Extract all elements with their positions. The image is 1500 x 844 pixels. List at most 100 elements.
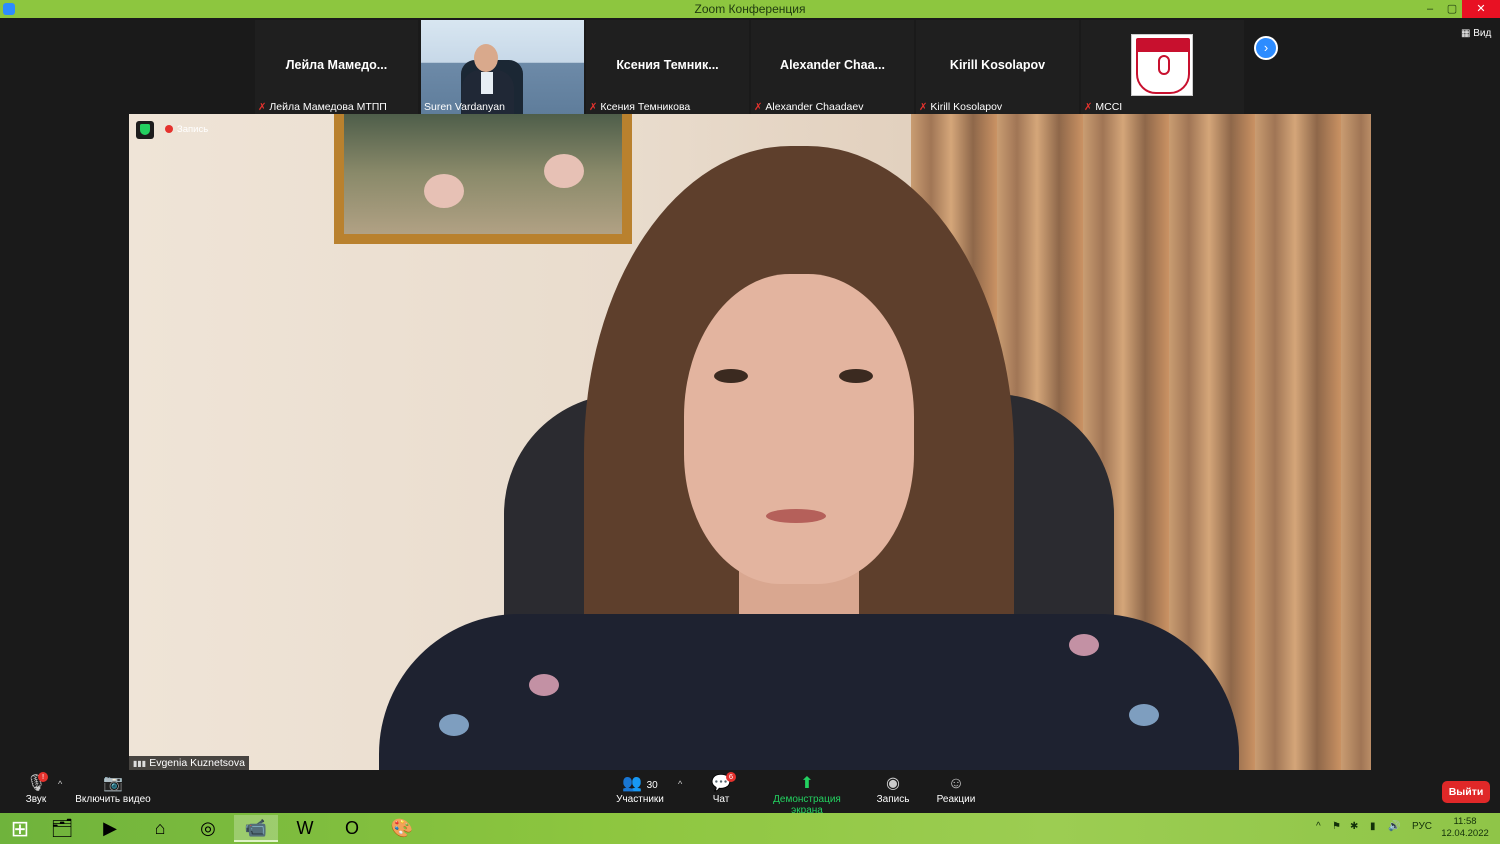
recording-dot-icon: [165, 125, 173, 133]
share-screen-button[interactable]: ⬆ Демонстрация экрана: [756, 774, 858, 816]
participant-tile[interactable]: Ксения Темник... ✗ Ксения Темникова: [586, 20, 749, 114]
mic-muted-icon: ✗: [1084, 102, 1093, 113]
view-label: Вид: [1473, 28, 1492, 39]
participant-tile[interactable]: Alexander Chaa... ✗ Alexander Chaadaev: [751, 20, 914, 114]
window-title: Zoom Конференция: [694, 2, 806, 16]
audio-options-caret-icon[interactable]: ^: [58, 779, 62, 789]
blouse-flower: [529, 674, 559, 696]
logo-emblem: [1158, 55, 1170, 75]
participant-name: Suren Vardanyan: [424, 101, 505, 113]
participant-caption: ✗ Alexander Chaadaev: [754, 101, 863, 113]
clock-time: 11:58: [1453, 816, 1477, 827]
participant-name: Лейла Мамедова МТПП: [269, 101, 387, 113]
painting-rose: [424, 174, 464, 208]
speaker-name: Evgenia Kuznetsova: [149, 757, 245, 769]
antivirus-icon[interactable]: ✱: [1350, 821, 1358, 832]
outlook-icon[interactable]: O: [330, 815, 374, 842]
chat-label: Чат: [712, 794, 730, 805]
network-icon[interactable]: ▮: [1370, 821, 1376, 832]
recording-indicator: Запись: [165, 124, 208, 135]
clock-date: 12.04.2022: [1441, 828, 1489, 839]
view-button[interactable]: ▦ Вид: [1461, 28, 1491, 39]
media-player-icon[interactable]: ▶: [88, 815, 132, 842]
home-icon[interactable]: ⌂: [138, 815, 182, 842]
file-explorer-icon[interactable]: 🗂: [40, 815, 84, 842]
recording-label: Запись: [177, 124, 209, 135]
participants-count: 30: [646, 780, 658, 791]
reactions-icon: ☺: [947, 775, 965, 792]
participant-tile[interactable]: Kirill Kosolapov ✗ Kirill Kosolapov: [916, 20, 1079, 114]
leave-meeting-button[interactable]: Выйти: [1442, 781, 1490, 803]
participant-caption: ✗ Ксения Темникова: [589, 101, 690, 113]
participant-caption: Suren Vardanyan: [424, 101, 505, 113]
video-person-head: [474, 44, 498, 72]
participant-name: Alexander Chaadaev: [765, 101, 864, 113]
mic-muted-icon: ✗: [589, 102, 598, 113]
maximize-button[interactable]: ▢: [1440, 0, 1464, 18]
participant-display-name: Лейла Мамедо...: [285, 58, 388, 72]
video-label: Включить видео: [75, 794, 151, 805]
close-button[interactable]: ✕: [1462, 0, 1500, 18]
mic-muted-icon: ✗: [258, 102, 267, 113]
active-speaker-video: [129, 114, 1371, 770]
participants-icon: 👥 30: [622, 775, 658, 792]
video-off-icon: 📷: [103, 775, 123, 792]
signal-bars-icon: ▮▮▮: [133, 759, 147, 768]
participant-name: MCCI: [1095, 101, 1123, 113]
participant-caption: ✗ Лейла Мамедова МТПП: [258, 101, 387, 113]
word-icon[interactable]: W: [283, 815, 327, 842]
participant-display-name: Ксения Темник...: [616, 58, 719, 72]
system-clock[interactable]: 11:58 12.04.2022: [1436, 816, 1494, 840]
volume-icon[interactable]: 🔊: [1388, 821, 1400, 832]
reactions-label: Реакции: [936, 794, 976, 805]
window-titlebar: Zoom Конференция – ▢ ✕: [0, 0, 1500, 18]
video-person-face: [684, 274, 914, 584]
logo-shield: [1136, 38, 1190, 94]
chat-unread-badge: 6: [726, 772, 736, 782]
windows-taskbar: ⊞ 🗂 ▶ ⌂ ◎ 📹 W O 🎨 ^ ⚑ ✱ ▮ 🔊 РУС 11:58 12…: [0, 813, 1500, 844]
participant-tile[interactable]: Лейла Мамедо... ✗ Лейла Мамедова МТПП: [255, 20, 418, 114]
audio-label: Звук: [25, 794, 47, 805]
blouse-flower: [1129, 704, 1159, 726]
painting-rose: [544, 154, 584, 188]
record-button[interactable]: ◉ Запись: [874, 774, 912, 805]
paint-icon[interactable]: 🎨: [380, 815, 424, 842]
reactions-button[interactable]: ☺ Реакции: [934, 774, 978, 805]
meeting-toolbar: 🎙 Звук ! ^ 📷 Включить видео 👥 30 Участни…: [0, 770, 1500, 816]
speaker-name-label: ▮▮▮ Evgenia Kuznetsova: [129, 756, 249, 770]
video-person-mouth: [766, 509, 826, 523]
participant-tile[interactable]: ✗ MCCI: [1081, 20, 1244, 114]
blouse-flower: [1069, 634, 1099, 656]
chrome-icon[interactable]: ◎: [186, 815, 230, 842]
grid-icon: ▦: [1461, 28, 1474, 39]
participant-name: Kirill Kosolapov: [930, 101, 1003, 113]
video-painting: [334, 114, 632, 244]
blouse-flower: [439, 714, 469, 736]
mic-muted-icon: ✗: [919, 102, 928, 113]
participant-tile-video[interactable]: Suren Vardanyan: [421, 20, 584, 114]
video-person-eye: [714, 369, 748, 383]
language-indicator[interactable]: РУС: [1412, 821, 1432, 832]
share-screen-icon: ⬆: [800, 775, 814, 792]
gallery-next-icon[interactable]: ›: [1254, 36, 1278, 60]
participants-label: Участники: [616, 794, 664, 805]
minimize-button[interactable]: –: [1418, 0, 1442, 18]
start-video-button[interactable]: 📷 Включить видео: [72, 774, 154, 805]
security-shield-icon[interactable]: [136, 121, 154, 139]
participants-button[interactable]: 👥 30 Участники: [612, 774, 668, 805]
participant-caption: ✗ Kirill Kosolapov: [919, 101, 1002, 113]
zoom-taskbar-icon[interactable]: 📹: [234, 815, 278, 842]
flag-icon[interactable]: ⚑: [1332, 821, 1341, 832]
participants-options-caret-icon[interactable]: ^: [678, 779, 682, 789]
tray-expand-icon[interactable]: ^: [1316, 821, 1321, 832]
mcci-logo: [1131, 34, 1193, 96]
video-person-shirt: [481, 72, 493, 94]
participant-caption: ✗ MCCI: [1084, 101, 1122, 113]
record-icon: ◉: [886, 775, 900, 792]
windows-start-icon[interactable]: ⊞: [0, 815, 40, 842]
participant-display-name: Kirill Kosolapov: [949, 58, 1046, 72]
video-person-eye: [839, 369, 873, 383]
record-label: Запись: [876, 794, 910, 805]
audio-warning-badge: !: [38, 772, 48, 782]
mic-muted-icon: ✗: [754, 102, 763, 113]
